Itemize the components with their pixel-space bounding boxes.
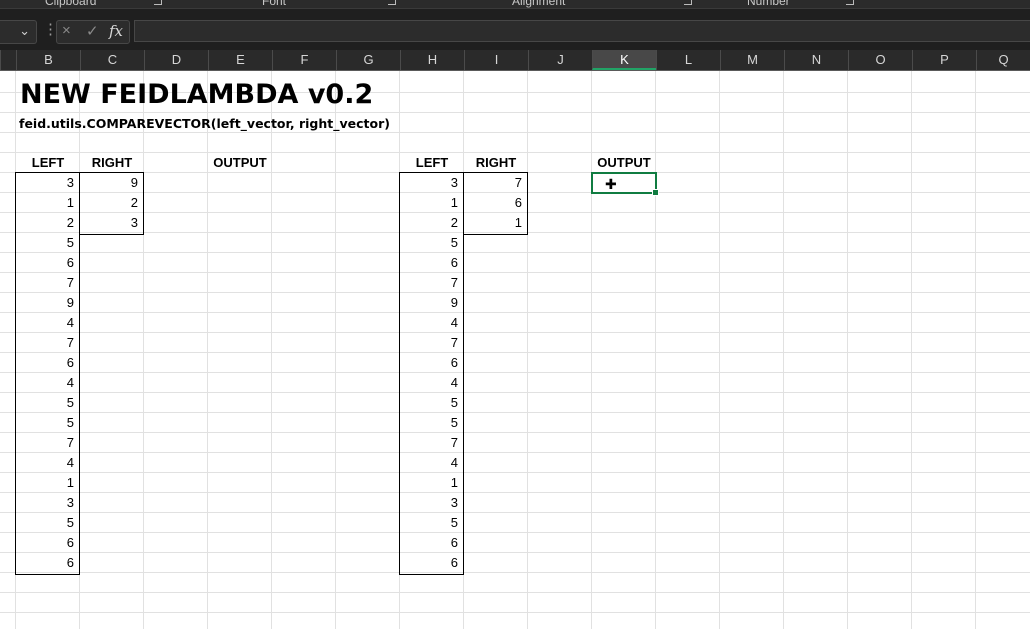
gridline-horizontal	[0, 432, 1030, 433]
select-all-corner[interactable]	[0, 50, 16, 70]
chevron-down-icon[interactable]: ⌄	[19, 23, 30, 39]
enter-icon[interactable]: ✓	[86, 22, 99, 40]
column-header-b[interactable]: B	[16, 50, 80, 70]
left-table-right-header: RIGHT	[91, 155, 133, 170]
gridline-horizontal	[0, 352, 1030, 353]
right-table-left-border	[399, 172, 464, 575]
name-box[interactable]: ⌄	[0, 20, 37, 44]
column-header-m[interactable]: M	[720, 50, 784, 70]
right-table-right-border	[463, 172, 528, 235]
column-header-n[interactable]: N	[784, 50, 848, 70]
ribbon: Clipboard Font Alignment Number	[0, 0, 1030, 9]
right-table-right-header: RIGHT	[475, 155, 517, 170]
column-header-o[interactable]: O	[848, 50, 912, 70]
gridline-horizontal	[0, 572, 1030, 573]
gridline-vertical	[335, 71, 336, 629]
column-header-j[interactable]: J	[528, 50, 592, 70]
gridline-horizontal	[0, 292, 1030, 293]
insert-function-icon[interactable]: fx	[109, 22, 123, 40]
ribbon-group-alignment: Alignment	[512, 0, 566, 8]
column-header-g[interactable]: G	[336, 50, 400, 70]
column-header-h[interactable]: H	[400, 50, 464, 70]
gridline-horizontal	[0, 532, 1030, 533]
gridline-horizontal	[0, 552, 1030, 553]
gridline-vertical	[783, 71, 784, 629]
left-table-left-header: LEFT	[31, 155, 65, 170]
column-header-p[interactable]: P	[912, 50, 976, 70]
gridline-horizontal	[0, 492, 1030, 493]
cancel-icon[interactable]: ×	[62, 22, 71, 39]
gridline-horizontal	[0, 512, 1030, 513]
gridline-horizontal	[0, 452, 1030, 453]
gridline-horizontal	[0, 332, 1030, 333]
gridline-horizontal	[0, 412, 1030, 413]
formula-bar: ⌄ ⋮ × ✓ fx	[0, 9, 1030, 50]
gridline-horizontal	[0, 372, 1030, 373]
clipboard-launcher-icon[interactable]	[154, 0, 162, 5]
worksheet-grid[interactable]: NEW FEIDLAMBDA v0.2 feid.utils.COMPAREVE…	[0, 71, 1030, 629]
gridline-vertical	[975, 71, 976, 629]
ribbon-group-clipboard: Clipboard	[45, 0, 97, 8]
gridline-horizontal	[0, 112, 1030, 113]
formula-buttons: × ✓ fx	[56, 20, 130, 44]
gridline-horizontal	[0, 272, 1030, 273]
gridline-horizontal	[0, 472, 1030, 473]
left-table-left-border	[15, 172, 80, 575]
column-headers: B C D E F G H I J K L M N O P Q	[0, 50, 1030, 71]
cell-cursor-icon: ✚	[605, 176, 617, 192]
column-header-i[interactable]: I	[464, 50, 528, 70]
column-header-k[interactable]: K	[592, 50, 656, 70]
left-table-right-border	[79, 172, 144, 235]
font-launcher-icon[interactable]	[388, 0, 396, 5]
column-header-q[interactable]: Q	[976, 50, 1030, 70]
column-header-f[interactable]: F	[272, 50, 336, 70]
active-cell-k6[interactable]	[591, 172, 657, 194]
sheet-title: NEW FEIDLAMBDA v0.2	[20, 79, 374, 110]
gridline-horizontal	[0, 132, 1030, 133]
gridline-horizontal	[0, 612, 1030, 613]
right-table-left-header: LEFT	[415, 155, 449, 170]
gridline-horizontal	[0, 252, 1030, 253]
ribbon-group-number: Number	[747, 0, 790, 8]
right-table-output-header: OUTPUT	[597, 155, 651, 170]
gridline-vertical	[719, 71, 720, 629]
number-launcher-icon[interactable]	[846, 0, 854, 5]
formula-input[interactable]	[134, 20, 1030, 42]
column-header-l[interactable]: L	[656, 50, 720, 70]
gridline-horizontal	[0, 592, 1030, 593]
gridline-horizontal	[0, 312, 1030, 313]
gridline-vertical	[847, 71, 848, 629]
left-table-output-header: OUTPUT	[213, 155, 267, 170]
gridline-horizontal	[0, 392, 1030, 393]
column-header-e[interactable]: E	[208, 50, 272, 70]
alignment-launcher-icon[interactable]	[684, 0, 692, 5]
formula-description: feid.utils.COMPAREVECTOR(left_vector, ri…	[19, 116, 390, 131]
gridline-vertical	[911, 71, 912, 629]
ribbon-group-font: Font	[262, 0, 287, 8]
fill-handle[interactable]	[652, 189, 659, 196]
column-header-c[interactable]: C	[80, 50, 144, 70]
column-header-d[interactable]: D	[144, 50, 208, 70]
